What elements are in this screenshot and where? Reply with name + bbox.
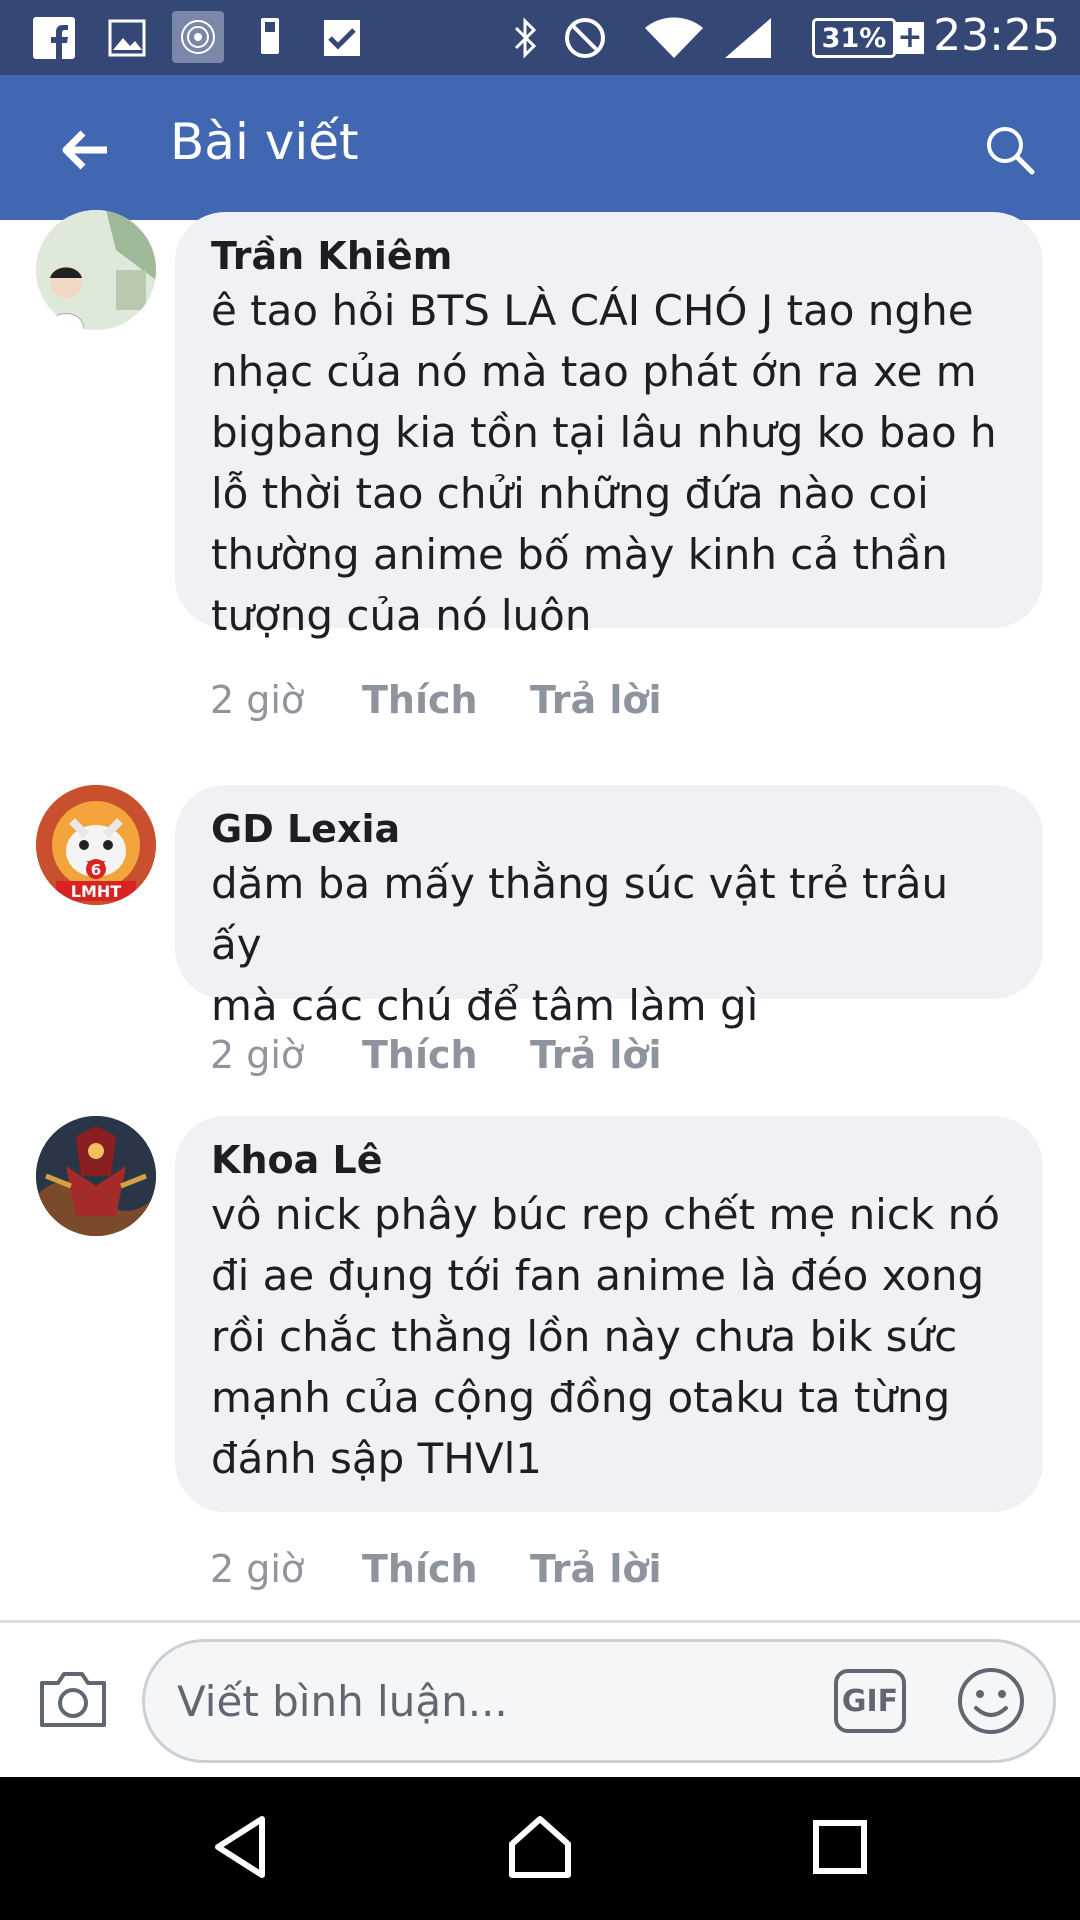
comment-time: 2 giờ bbox=[210, 1033, 305, 1077]
comment-bubble: Khoa Lê vô nick phây búc rep chết mẹ nic… bbox=[175, 1116, 1043, 1512]
facebook-notification-icon bbox=[30, 15, 78, 60]
avatar[interactable] bbox=[36, 210, 156, 330]
like-button[interactable]: Thích bbox=[362, 1033, 530, 1077]
page-title: Bài viết bbox=[170, 113, 359, 171]
square-recents-icon bbox=[813, 1820, 867, 1874]
comment-line: tượng của nó luôn bbox=[211, 591, 592, 640]
comment-author[interactable]: Khoa Lê bbox=[211, 1136, 1008, 1184]
comment-item: Khoa Lê vô nick phây búc rep chết mẹ nic… bbox=[0, 1116, 1080, 1596]
back-button[interactable] bbox=[40, 115, 130, 185]
avatar[interactable]: LMHT 6 bbox=[36, 785, 156, 905]
camera-icon bbox=[39, 1671, 106, 1727]
comment-item: Trần Khiêm ê tao hỏi BTS LÀ CÁI CHÓ J ta… bbox=[0, 210, 1080, 750]
comment-line: nhạc của nó mà tao phát ớn ra xe m bbox=[211, 347, 977, 396]
search-icon bbox=[987, 127, 1035, 175]
charging-icon: + bbox=[896, 20, 924, 55]
like-button[interactable]: Thích bbox=[362, 678, 530, 722]
reply-button[interactable]: Trả lời bbox=[530, 1547, 662, 1591]
app-bar: Bài viết bbox=[0, 75, 1080, 220]
comment-line: thường anime bố mày kinh cả thần bbox=[211, 530, 948, 579]
clock: 23:25 bbox=[933, 10, 1060, 61]
comment-author[interactable]: Trần Khiêm bbox=[211, 232, 1008, 280]
avatar-number-text: 6 bbox=[91, 861, 101, 879]
camera-button[interactable] bbox=[35, 1661, 110, 1736]
status-bar: 31% + 23:25 bbox=[0, 0, 1080, 75]
home-icon bbox=[509, 1816, 571, 1878]
nav-recents-button[interactable] bbox=[790, 1802, 890, 1892]
app-notification-icon bbox=[172, 11, 224, 63]
reply-button[interactable]: Trả lời bbox=[530, 678, 662, 722]
do-not-disturb-icon bbox=[560, 15, 610, 60]
reply-button[interactable]: Trả lời bbox=[530, 1033, 662, 1077]
emoji-button[interactable] bbox=[955, 1665, 1027, 1737]
comment-meta: 2 giờ Thích Trả lời bbox=[210, 675, 662, 725]
comment-line: rồi chắc thằng lồn này chưa bik sức bbox=[211, 1312, 958, 1361]
comment-meta: 2 giờ Thích Trả lời bbox=[210, 1030, 662, 1080]
comment-bubble: Trần Khiêm ê tao hỏi BTS LÀ CÁI CHÓ J ta… bbox=[175, 212, 1043, 640]
comment-line: dăm ba mấy thằng súc vật trẻ trâu ấy bbox=[211, 859, 949, 969]
comment-line: bigbang kia tồn tại lâu nhưg ko bao h bbox=[211, 408, 997, 457]
gallery-notification-icon bbox=[103, 15, 151, 60]
comment-line: ê tao hỏi BTS LÀ CÁI CHÓ J tao nghe bbox=[211, 286, 974, 335]
emoji-icon bbox=[958, 1668, 1024, 1734]
comment-line: lỗ thời tao chửi những đứa nào coi bbox=[211, 469, 929, 518]
phone-notification-icon bbox=[252, 15, 288, 60]
arrow-left-icon bbox=[62, 130, 107, 170]
like-button[interactable]: Thích bbox=[362, 1547, 530, 1591]
search-button[interactable] bbox=[970, 110, 1050, 190]
nav-back-button[interactable] bbox=[190, 1802, 290, 1892]
comment-item: LMHT 6 GD Lexia dăm ba mấy thằng súc vật … bbox=[0, 785, 1080, 1077]
comment-bubble: GD Lexia dăm ba mấy thằng súc vật trẻ tr… bbox=[175, 785, 1043, 1030]
system-nav-bar bbox=[0, 1777, 1080, 1920]
gif-button[interactable]: GIF bbox=[834, 1669, 906, 1733]
comment-line: mà các chú để tâm làm gì bbox=[211, 981, 759, 1030]
signal-icon bbox=[720, 15, 776, 60]
comment-input-placeholder: Viết bình luận... bbox=[177, 1676, 508, 1726]
comment-author[interactable]: GD Lexia bbox=[211, 805, 1008, 853]
comment-time: 2 giờ bbox=[210, 1547, 305, 1591]
wifi-icon bbox=[640, 15, 708, 60]
avatar[interactable] bbox=[36, 1116, 156, 1236]
avatar-badge-text: LMHT bbox=[71, 882, 122, 901]
triangle-back-icon bbox=[215, 1816, 265, 1878]
comment-input[interactable]: Viết bình luận... bbox=[142, 1639, 1056, 1763]
comment-meta: 2 giờ Thích Trả lời bbox=[210, 1544, 662, 1594]
comment-line: vô nick phây búc rep chết mẹ nick nó bbox=[211, 1190, 1000, 1239]
battery-indicator: 31% bbox=[812, 18, 896, 58]
task-notification-icon bbox=[318, 15, 366, 60]
comment-time: 2 giờ bbox=[210, 678, 305, 722]
comment-line: đi ae đụng tới fan anime là đéo xong bbox=[211, 1251, 985, 1300]
bluetooth-icon bbox=[505, 15, 545, 60]
comment-line: mạnh của cộng đồng otaku ta từng bbox=[211, 1373, 951, 1422]
comment-composer: Viết bình luận... GIF bbox=[0, 1620, 1080, 1777]
comment-line: đánh sập THVl1 bbox=[211, 1434, 542, 1483]
nav-home-button[interactable] bbox=[490, 1802, 590, 1892]
